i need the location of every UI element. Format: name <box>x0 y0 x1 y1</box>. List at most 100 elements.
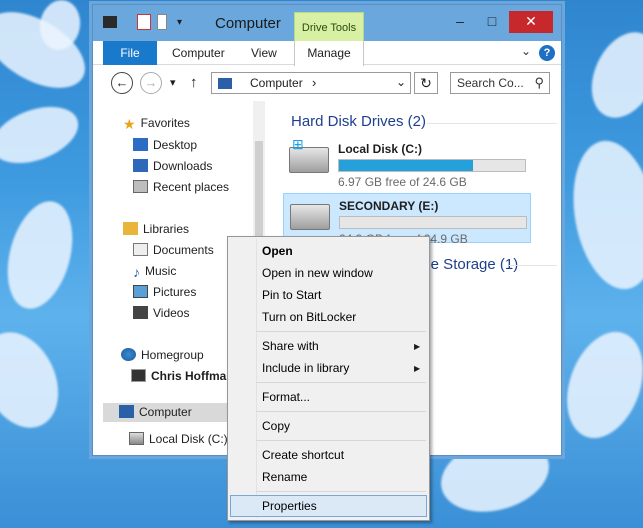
minimize-button[interactable]: – <box>445 11 475 33</box>
nav-videos[interactable]: Videos <box>133 306 189 320</box>
drive-name: SECONDARY (E:) <box>339 199 439 213</box>
menu-item-properties[interactable]: Properties <box>262 499 317 513</box>
close-button[interactable]: ✕ <box>509 11 553 33</box>
window-title: Computer <box>215 15 281 32</box>
nav-label: Libraries <box>143 222 190 236</box>
menu-item-create-shortcut[interactable]: Create shortcut <box>262 448 344 462</box>
videos-icon <box>133 306 148 319</box>
menu-item-pin-to-start[interactable]: Pin to Start <box>262 288 321 302</box>
nav-local-disk[interactable]: Local Disk (C:) <box>129 432 228 446</box>
navigation-bar: ← → ▾ ↑ Computer › ⌄ ↻ Search Co... ⚲ <box>93 66 561 100</box>
drive-usage-fill <box>339 160 473 171</box>
nav-label: Favorites <box>140 116 190 130</box>
nav-label: Recent places <box>153 180 230 194</box>
drive-free-space: 6.97 GB free of 24.6 GB <box>338 175 467 189</box>
nav-label: Chris Hoffman <box>151 369 234 383</box>
windows-drive-icon: ⊞ <box>289 136 329 173</box>
desktop-icon <box>133 138 148 151</box>
nav-user[interactable]: Chris Hoffman <box>131 369 234 383</box>
pictures-icon <box>133 285 148 298</box>
computer-icon[interactable] <box>103 16 117 28</box>
drive-item[interactable]: ⊞ Local Disk (C:) 6.97 GB free of 24.6 G… <box>283 136 531 189</box>
back-button[interactable]: ← <box>111 72 133 94</box>
nav-label: Videos <box>153 306 190 320</box>
tab-computer[interactable]: Computer <box>172 46 225 60</box>
documents-icon <box>133 243 148 256</box>
drive-tools-contextual-tab: Drive Tools <box>294 12 364 43</box>
ribbon-collapse-icon[interactable]: ⌄ <box>521 44 531 58</box>
nav-downloads[interactable]: Downloads <box>133 159 212 173</box>
menu-separator <box>256 382 426 383</box>
help-icon[interactable]: ? <box>539 45 555 61</box>
computer-icon <box>218 78 232 89</box>
drive-icon <box>129 432 144 445</box>
menu-separator <box>256 440 426 441</box>
new-folder-icon[interactable] <box>157 14 167 30</box>
drive-icon <box>290 204 330 230</box>
tab-view[interactable]: View <box>251 46 277 60</box>
menu-item-open-new-window[interactable]: Open in new window <box>262 266 373 280</box>
drive-usage-bar <box>339 216 527 229</box>
submenu-arrow-icon: ▶ <box>414 364 421 373</box>
submenu-arrow-icon: ▶ <box>414 342 421 351</box>
ribbon-tabs: File Computer View Manage ⌄ ? <box>93 41 561 66</box>
maximize-button[interactable]: □ <box>477 11 507 33</box>
address-bar[interactable]: Computer › ⌄ <box>211 72 411 94</box>
nav-label: Computer <box>139 405 192 419</box>
address-dropdown-icon[interactable]: ⌄ <box>396 75 406 89</box>
menu-separator <box>256 411 426 412</box>
drive-usage-bar <box>338 159 526 172</box>
nav-label: Downloads <box>153 159 213 173</box>
music-icon: ♪ <box>133 264 140 280</box>
computer-icon <box>119 405 134 418</box>
hard-disk-drives-heading[interactable]: Hard Disk Drives (2) <box>291 113 426 130</box>
recent-locations-icon[interactable]: ▾ <box>170 76 176 89</box>
menu-item-share-with[interactable]: Share with <box>262 339 319 353</box>
nav-libraries[interactable]: Libraries <box>123 222 189 236</box>
nav-favorites[interactable]: ★ Favorites <box>123 116 190 132</box>
menu-gutter <box>256 239 257 518</box>
search-input[interactable]: Search Co... ⚲ <box>450 72 550 94</box>
nav-label: Homegroup <box>141 348 204 362</box>
menu-item-include-in-library[interactable]: Include in library <box>262 361 349 375</box>
section-divider <box>427 123 557 124</box>
search-icon[interactable]: ⚲ <box>534 75 544 91</box>
removable-storage-heading[interactable]: ble Storage (1) <box>419 256 518 273</box>
up-button[interactable]: ↑ <box>190 74 198 91</box>
refresh-button[interactable]: ↻ <box>414 72 438 94</box>
nav-label: Documents <box>153 243 214 257</box>
nav-homegroup[interactable]: Homegroup <box>121 348 204 362</box>
context-menu: Open Open in new window Pin to Start Tur… <box>227 236 430 521</box>
breadcrumb-arrow-icon[interactable]: › <box>312 75 316 90</box>
address-text: Computer <box>250 76 303 90</box>
user-icon <box>131 369 146 382</box>
menu-separator <box>256 331 426 332</box>
nav-label: Music <box>145 264 177 278</box>
nav-pictures[interactable]: Pictures <box>133 285 196 299</box>
menu-item-format[interactable]: Format... <box>262 390 310 404</box>
star-icon: ★ <box>123 116 136 132</box>
menu-item-copy[interactable]: Copy <box>262 419 290 433</box>
title-bar[interactable]: ▾ Computer Drive Tools – □ ✕ <box>93 5 561 43</box>
downloads-icon <box>133 159 148 172</box>
menu-item-rename[interactable]: Rename <box>262 470 307 484</box>
nav-label: Pictures <box>153 285 197 299</box>
menu-separator <box>256 491 426 492</box>
nav-desktop[interactable]: Desktop <box>133 138 197 152</box>
nav-documents[interactable]: Documents <box>133 243 214 257</box>
menu-item-open[interactable]: Open <box>262 244 293 258</box>
tab-manage[interactable]: Manage <box>294 41 364 66</box>
nav-recent-places[interactable]: Recent places <box>133 180 229 194</box>
forward-button[interactable]: → <box>140 72 162 94</box>
menu-item-turn-on-bitlocker[interactable]: Turn on BitLocker <box>262 310 356 324</box>
nav-label: Desktop <box>153 138 198 152</box>
section-divider <box>509 265 557 266</box>
search-placeholder: Search Co... <box>457 76 524 90</box>
customize-qat-icon[interactable]: ▾ <box>177 17 187 33</box>
libraries-icon <box>123 222 138 235</box>
tab-file[interactable]: File <box>103 41 157 65</box>
menu-highlight <box>230 495 427 517</box>
homegroup-icon <box>121 348 136 361</box>
nav-music[interactable]: ♪ Music <box>133 264 177 280</box>
properties-icon[interactable] <box>137 14 151 30</box>
